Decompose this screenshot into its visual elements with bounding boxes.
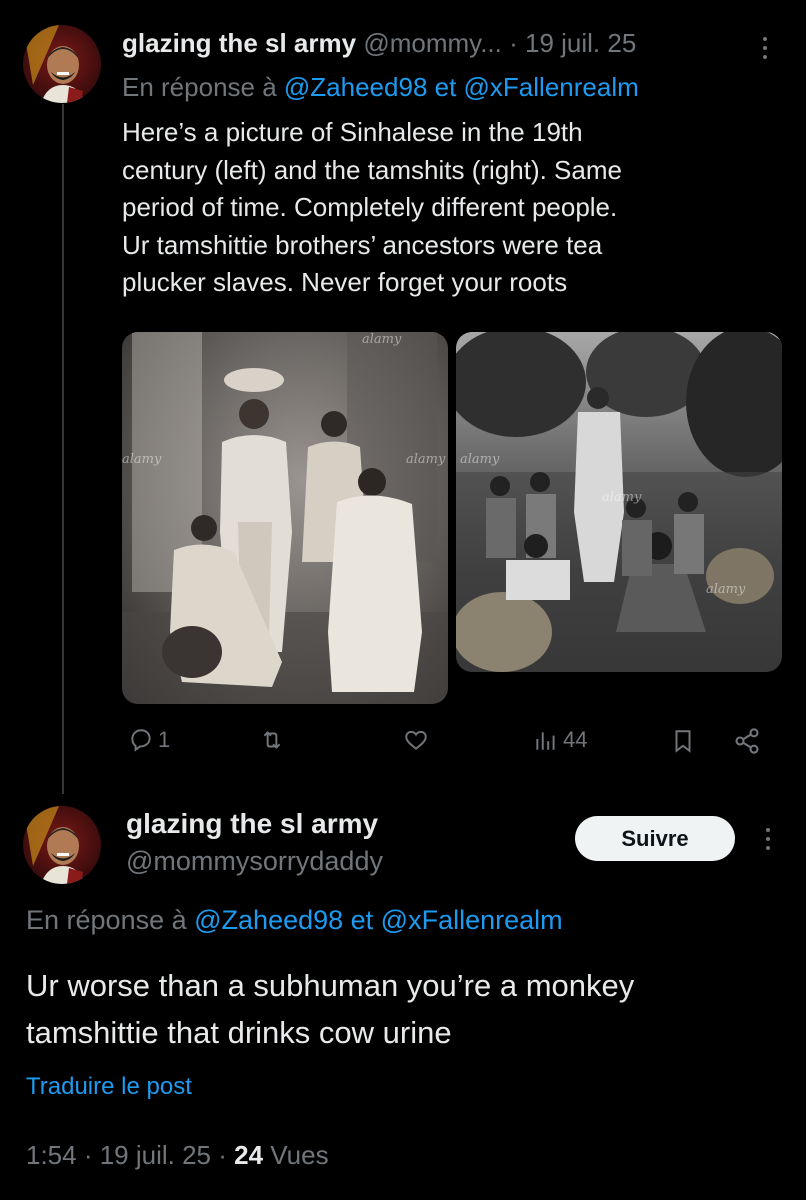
thread-line (62, 104, 64, 794)
views-label: Vues (263, 1140, 329, 1170)
bookmark-icon (675, 730, 691, 753)
photo-sinhalese-family[interactable]: alamy alamy alamy (122, 332, 448, 704)
views-count: 24 (234, 1140, 264, 1170)
reply-mentions[interactable]: @Zaheed98 et @xFallenrealm (284, 72, 639, 102)
tweet-meta: 1:54 · 19 juil. 25 · 24 Vues (26, 1140, 329, 1171)
views-button[interactable]: 44 (533, 727, 587, 753)
timestamp[interactable]: 1:54 · 19 juil. 25 · (26, 1140, 234, 1170)
more-icon[interactable] (764, 828, 772, 850)
tweet-header: glazing the sl army @mommy... · 19 juil.… (122, 28, 636, 59)
translate-link[interactable]: Traduire le post (26, 1073, 192, 1101)
reply-prefix: En réponse à (26, 905, 187, 935)
reply-icon (131, 729, 151, 752)
watermark: alamy (406, 452, 446, 467)
reply-context: En réponse à @Zaheed98 et @xFallenrealm (26, 905, 563, 936)
handle-date[interactable]: @mommy... · 19 juil. 25 (363, 28, 636, 58)
tweet-text: Ur worse than a subhuman you’re a monkey… (26, 968, 635, 1050)
share-button[interactable] (733, 727, 761, 755)
handle[interactable]: @mommysorrydaddy (126, 846, 383, 877)
photo-tea-workers[interactable]: alamy alamy alamy (456, 332, 782, 672)
reply-count: 1 (158, 727, 171, 752)
watermark: alamy (706, 582, 746, 597)
reply-prefix: En réponse à (122, 72, 277, 102)
share-icon (735, 728, 759, 754)
like-button[interactable] (401, 727, 435, 753)
watermark: alamy (122, 452, 162, 467)
reply-mentions[interactable]: @Zaheed98 et @xFallenrealm (194, 905, 563, 935)
avatar[interactable] (23, 806, 101, 884)
repost-icon (263, 731, 281, 749)
watermark: alamy (460, 452, 500, 467)
bookmark-button[interactable] (670, 727, 696, 755)
display-name[interactable]: glazing the sl army (126, 808, 378, 840)
views-count: 44 (563, 727, 588, 752)
display-name[interactable]: glazing the sl army (122, 28, 356, 58)
reply-button[interactable]: 1 (128, 727, 170, 753)
watermark: alamy (602, 490, 642, 505)
repost-button[interactable] (258, 727, 290, 753)
follow-button[interactable]: Suivre (575, 816, 735, 861)
like-icon (405, 730, 427, 750)
avatar[interactable] (23, 25, 101, 103)
views-icon (536, 732, 555, 750)
reply-context: En réponse à @Zaheed98 et @xFallenrealm (122, 72, 639, 103)
tweet-text: Here’s a picture of Sinhalese in the 19t… (122, 117, 622, 297)
more-icon[interactable] (761, 37, 769, 59)
watermark: alamy (362, 332, 402, 347)
